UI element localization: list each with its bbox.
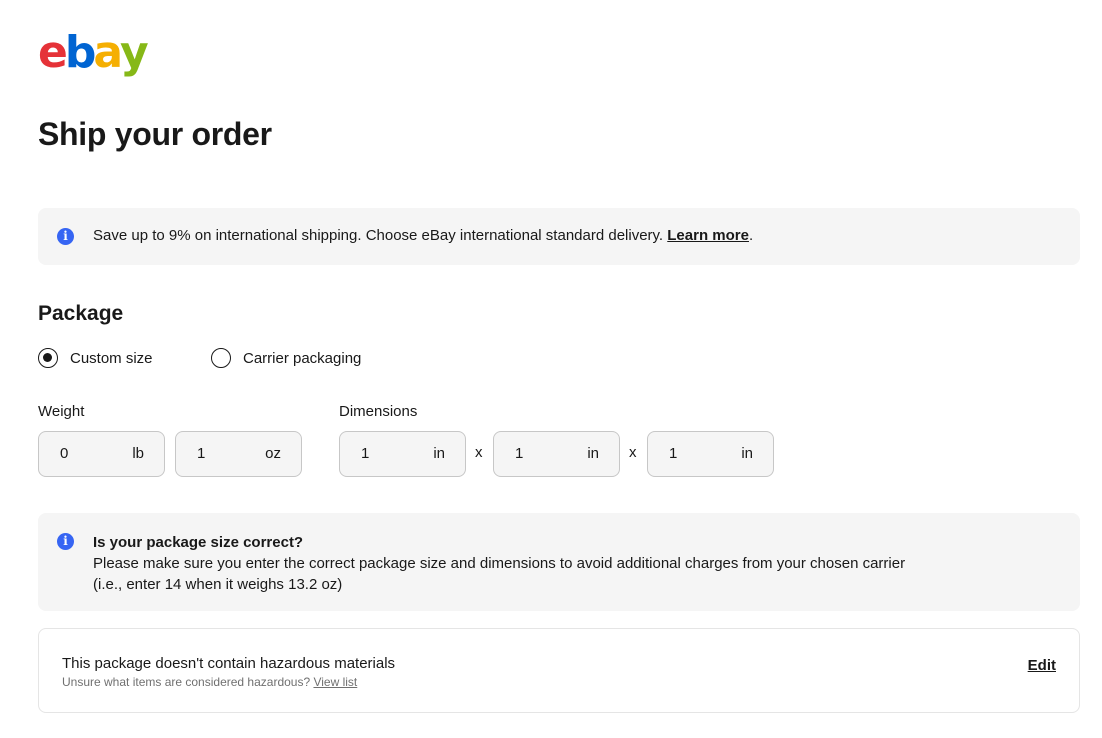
- dimension-width-unit: in: [587, 445, 599, 462]
- learn-more-link[interactable]: Learn more: [667, 227, 749, 244]
- info-icon: i: [57, 533, 74, 550]
- dimension-length-unit: in: [433, 445, 445, 462]
- hazardous-materials-box: This package doesn't contain hazardous m…: [38, 628, 1080, 713]
- size-notice-title: Is your package size correct?: [93, 534, 304, 551]
- promo-banner: i Save up to 9% on international shippin…: [38, 208, 1080, 265]
- weight-label: Weight: [38, 403, 85, 420]
- hazardous-subtitle: Unsure what items are considered hazardo…: [62, 675, 357, 689]
- carrier-packaging-radio-option[interactable]: Carrier packaging: [211, 348, 361, 368]
- logo-letter-b: b: [64, 27, 96, 78]
- weight-oz-field[interactable]: 1 oz: [175, 431, 302, 477]
- package-section-title: Package: [38, 302, 124, 325]
- package-size-notice: i Is your package size correct? Please m…: [38, 513, 1080, 611]
- ebay-logo[interactable]: ebay: [38, 27, 149, 78]
- size-notice-text: Is your package size correct? Please mak…: [93, 532, 905, 595]
- custom-size-label[interactable]: Custom size: [70, 350, 153, 367]
- size-notice-line2: (i.e., enter 14 when it weighs 13.2 oz): [93, 576, 343, 593]
- edit-hazardous-link[interactable]: Edit: [1028, 657, 1056, 674]
- weight-lb-value[interactable]: 0: [60, 445, 68, 462]
- carrier-packaging-label[interactable]: Carrier packaging: [243, 350, 361, 367]
- weight-lb-unit: lb: [132, 445, 144, 462]
- weight-lb-field[interactable]: 0 lb: [38, 431, 165, 477]
- dimension-width-field[interactable]: 1 in: [493, 431, 620, 477]
- info-icon: i: [57, 228, 74, 245]
- view-list-link[interactable]: View list: [313, 675, 357, 689]
- hazardous-title: This package doesn't contain hazardous m…: [62, 655, 396, 672]
- dimension-height-value[interactable]: 1: [669, 445, 677, 462]
- dimension-length-field[interactable]: 1 in: [339, 431, 466, 477]
- dimension-separator: x: [629, 444, 637, 461]
- promo-message: Save up to 9% on international shipping.…: [93, 227, 753, 244]
- carrier-packaging-radio[interactable]: [211, 348, 231, 368]
- logo-letter-e: e: [38, 27, 68, 78]
- dimension-separator: x: [475, 444, 483, 461]
- promo-suffix: .: [748, 227, 754, 244]
- hazardous-subtitle-text: Unsure what items are considered hazardo…: [62, 675, 314, 689]
- dimension-height-unit: in: [741, 445, 753, 462]
- logo-letter-a: a: [93, 27, 123, 78]
- weight-oz-unit: oz: [265, 445, 281, 462]
- dimension-width-value[interactable]: 1: [515, 445, 523, 462]
- custom-size-radio-option[interactable]: Custom size: [38, 348, 153, 368]
- logo-letter-y: y: [120, 27, 149, 78]
- dimension-length-value[interactable]: 1: [361, 445, 369, 462]
- page-title: Ship your order: [38, 116, 272, 152]
- dimension-height-field[interactable]: 1 in: [647, 431, 774, 477]
- size-notice-line1: Please make sure you enter the correct p…: [93, 555, 906, 572]
- weight-oz-value[interactable]: 1: [197, 445, 205, 462]
- custom-size-radio[interactable]: [38, 348, 58, 368]
- promo-text: Save up to 9% on international shipping.…: [93, 227, 668, 244]
- dimensions-label: Dimensions: [339, 403, 418, 420]
